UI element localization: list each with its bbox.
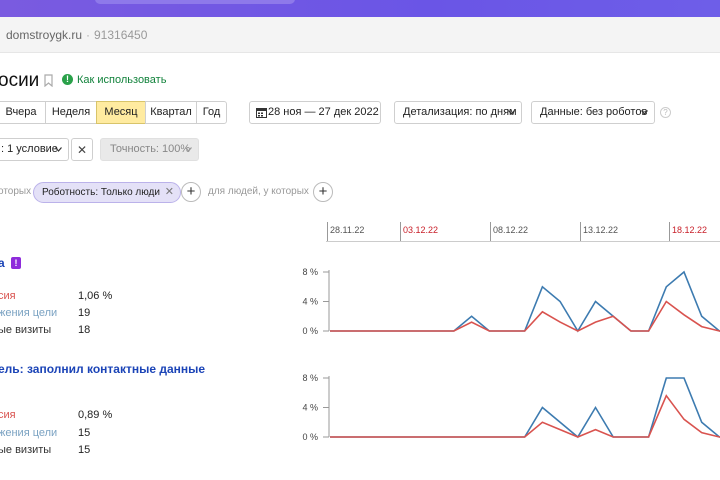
counter-id: 91316450 [94, 28, 148, 42]
conditions-label: : 1 условие [1, 143, 58, 155]
date-tick [580, 222, 581, 242]
period-button[interactable]: Месяц [96, 101, 146, 124]
how-to-use-link[interactable]: Как использовать [77, 74, 166, 86]
period-button[interactable]: Квартал [145, 101, 197, 124]
page-title: осии [0, 70, 40, 91]
metric-visits-label: ые визиты [0, 324, 52, 336]
goal-badge: ! [11, 257, 21, 269]
detail-dropdown-label: Детализация: по дням [403, 106, 517, 118]
accuracy-dropdown[interactable]: Точность: 100% [100, 138, 199, 161]
site-bar: domstroygk.ru · 91316450 [0, 17, 720, 53]
metric-conversion-label: сия [0, 409, 16, 421]
date-label: 03.12.22 [403, 225, 439, 235]
chevron-down-icon [185, 147, 192, 152]
segment-suffix: для людей, у которых [208, 186, 309, 197]
goal-title[interactable]: ель: заполнил контактные данные [0, 362, 205, 376]
metric-reaches-label: жения цели [0, 427, 58, 439]
site-name[interactable]: domstroygk.ru [6, 28, 82, 42]
goal-chart-2: 8 % 4 % 0 % [302, 373, 720, 442]
y-tick-label: 8 % [302, 267, 318, 277]
series-line-reaches [330, 270, 720, 333]
top-search-pill[interactable] [95, 0, 295, 4]
top-bar [0, 0, 720, 17]
metric-conversion-label: сия [0, 290, 16, 302]
help-icon: ! [62, 74, 73, 85]
close-icon: ✕ [76, 143, 88, 157]
axis-divider [326, 241, 720, 242]
data-dropdown-label: Данные: без роботов [540, 106, 648, 118]
segment-chip[interactable]: Роботность: Только люди ✕ [33, 182, 181, 203]
date-axis: 28.11.22 03.12.22 08.12.22 13.12.22 18.12.22 [0, 218, 720, 242]
chevron-down-icon [55, 147, 62, 152]
goal-chart-1: 8 % 4 % 0 % [302, 267, 720, 336]
add-segment-button[interactable]: + [181, 182, 201, 202]
close-icon[interactable]: ✕ [165, 183, 174, 202]
metric-visits-value: 15 [78, 444, 91, 456]
date-tick [327, 222, 328, 242]
question-icon[interactable]: ? [660, 107, 671, 118]
accuracy-label: Точность: 100% [110, 143, 191, 155]
period-button[interactable]: Неделя [45, 101, 97, 124]
y-tick-label: 0 % [302, 432, 318, 442]
metric-visits-value: 18 [78, 324, 91, 336]
metric-conversion-value: 0,89 % [78, 409, 113, 421]
conditions-dropdown[interactable]: : 1 условие [0, 138, 69, 161]
segment-chip-label: Роботность: Только люди [42, 187, 160, 198]
detail-dropdown[interactable]: Детализация: по дням [394, 101, 522, 124]
data-dropdown[interactable]: Данные: без роботов [531, 101, 655, 124]
calendar-icon [256, 108, 267, 118]
period-button[interactable]: Вчера [0, 101, 46, 124]
y-tick-label: 4 % [302, 297, 318, 307]
clear-conditions-button[interactable]: ✕ [71, 138, 93, 161]
metric-reaches-label: жения цели [0, 307, 58, 319]
period-button[interactable]: Год [196, 101, 227, 124]
date-label: 13.12.22 [583, 225, 619, 235]
date-label: 28.11.22 [330, 225, 365, 235]
series-line-conversion [330, 394, 720, 438]
date-label: 08.12.22 [493, 225, 529, 235]
date-range-button[interactable]: 28 ноя — 27 дек 2022 [249, 101, 381, 124]
date-tick [400, 222, 401, 242]
series-line-conversion [330, 300, 720, 332]
metric-reaches-value: 15 [78, 427, 91, 439]
y-tick-label: 0 % [302, 326, 318, 336]
date-range-label: 28 ноя — 27 дек 2022 [268, 106, 379, 118]
date-tick [490, 222, 491, 242]
bookmark-icon[interactable] [44, 74, 53, 87]
metric-visits-label: ые визиты [0, 444, 52, 456]
metric-conversion-value: 1,06 % [78, 290, 113, 302]
segment-prefix: оторых [0, 186, 32, 197]
chevron-down-icon [508, 110, 515, 115]
date-tick [669, 222, 670, 242]
y-tick-label: 4 % [302, 403, 318, 413]
y-tick-label: 8 % [302, 373, 318, 383]
metric-reaches-value: 19 [78, 307, 91, 319]
add-people-segment-button[interactable]: + [313, 182, 333, 202]
goal-title[interactable]: а [0, 256, 5, 270]
date-label: 18.12.22 [672, 225, 708, 235]
site-separator: · [86, 28, 90, 42]
chevron-down-icon [641, 110, 648, 115]
